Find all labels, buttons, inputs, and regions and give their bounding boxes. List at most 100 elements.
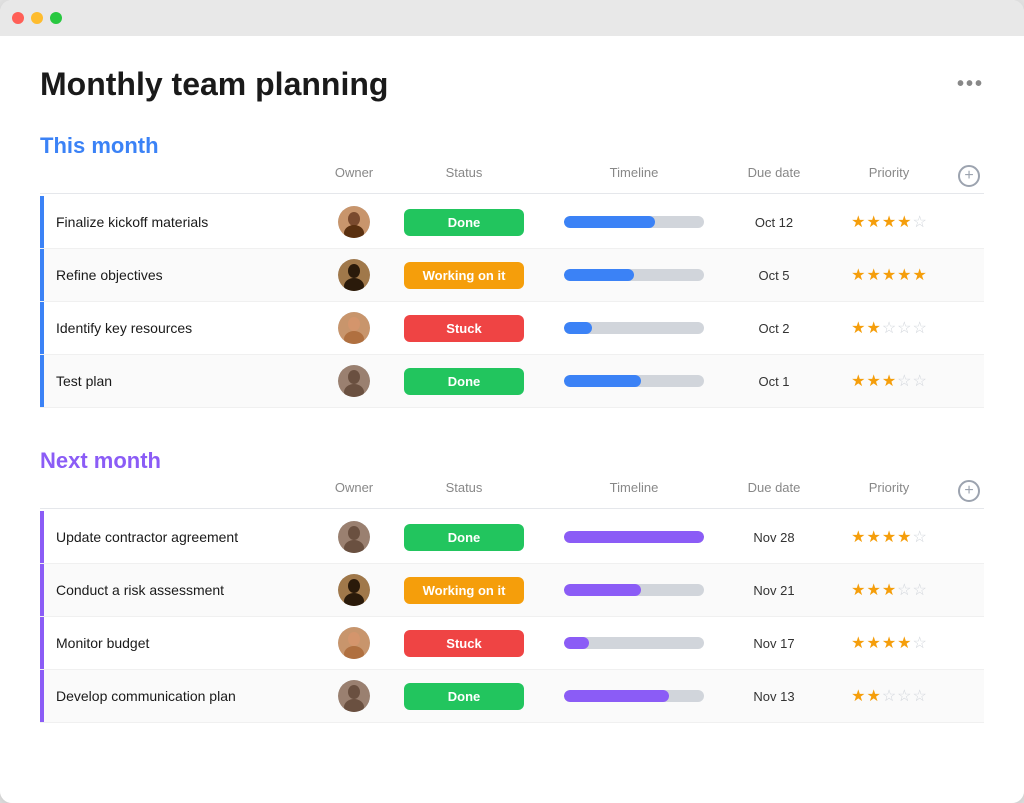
star-0: ★ bbox=[851, 633, 865, 653]
accent-bar bbox=[40, 196, 44, 248]
table-row[interactable]: Monitor budget Stuck Nov 17 ★★★★☆ bbox=[40, 617, 984, 670]
table-row[interactable]: Refine objectives Working on it Oct 5 ★★… bbox=[40, 249, 984, 302]
task-cell: Update contractor agreement bbox=[40, 511, 324, 563]
table-row[interactable]: Conduct a risk assessment Working on it … bbox=[40, 564, 984, 617]
task-name: Update contractor agreement bbox=[56, 529, 238, 545]
task-name: Test plan bbox=[56, 373, 112, 389]
timeline-bar bbox=[564, 216, 704, 228]
priority-cell: ★★★★☆ bbox=[824, 527, 954, 547]
col-header-status-nm: Status bbox=[384, 480, 544, 502]
timeline-bar bbox=[564, 375, 704, 387]
timeline-cell bbox=[544, 375, 724, 387]
status-cell: Stuck bbox=[384, 315, 544, 342]
star-4: ☆ bbox=[913, 371, 927, 391]
timeline-cell bbox=[544, 322, 724, 334]
star-1: ★ bbox=[866, 212, 880, 232]
this-month-header: This month bbox=[40, 133, 984, 159]
status-badge[interactable]: Stuck bbox=[404, 315, 524, 342]
add-column-button-nm[interactable]: + bbox=[958, 480, 980, 502]
col-header-task bbox=[56, 165, 324, 187]
task-cell: Monitor budget bbox=[40, 617, 324, 669]
task-name: Finalize kickoff materials bbox=[56, 214, 208, 230]
table-row[interactable]: Update contractor agreement Done Nov 28 … bbox=[40, 511, 984, 564]
next-month-header: Next month bbox=[40, 448, 984, 474]
col-header-timeline-nm: Timeline bbox=[544, 480, 724, 502]
star-2: ★ bbox=[882, 527, 896, 547]
star-3: ★ bbox=[897, 633, 911, 653]
star-3: ★ bbox=[897, 265, 911, 285]
status-cell: Done bbox=[384, 683, 544, 710]
this-month-rows: Finalize kickoff materials Done Oct 12 ★… bbox=[40, 196, 984, 408]
star-3: ☆ bbox=[897, 318, 911, 338]
timeline-bar bbox=[564, 637, 704, 649]
star-4: ☆ bbox=[913, 686, 927, 706]
star-1: ★ bbox=[866, 633, 880, 653]
owner-cell bbox=[324, 312, 384, 344]
table-row[interactable]: Identify key resources Stuck Oct 2 ★★☆☆☆ bbox=[40, 302, 984, 355]
status-badge[interactable]: Working on it bbox=[404, 577, 524, 604]
owner-cell bbox=[324, 259, 384, 291]
star-0: ★ bbox=[851, 371, 865, 391]
star-0: ★ bbox=[851, 580, 865, 600]
star-3: ★ bbox=[897, 212, 911, 232]
due-date-cell: Nov 21 bbox=[724, 583, 824, 598]
status-cell: Stuck bbox=[384, 630, 544, 657]
table-row[interactable]: Test plan Done Oct 1 ★★★☆☆ bbox=[40, 355, 984, 408]
add-column-button[interactable]: + bbox=[958, 165, 980, 187]
star-3: ☆ bbox=[897, 686, 911, 706]
close-dot[interactable] bbox=[12, 12, 24, 24]
col-header-owner: Owner bbox=[324, 165, 384, 187]
star-2: ★ bbox=[882, 265, 896, 285]
task-name: Monitor budget bbox=[56, 635, 149, 651]
task-cell: Identify key resources bbox=[40, 302, 324, 354]
star-4: ☆ bbox=[913, 212, 927, 232]
star-0: ★ bbox=[851, 318, 865, 338]
col-header-priority-nm: Priority bbox=[824, 480, 954, 502]
timeline-cell bbox=[544, 216, 724, 228]
next-month-table-header: Owner Status Timeline Due date Priority … bbox=[40, 474, 984, 509]
status-badge[interactable]: Done bbox=[404, 524, 524, 551]
col-header-add-nm: + bbox=[954, 480, 984, 502]
status-cell: Working on it bbox=[384, 577, 544, 604]
star-0: ★ bbox=[851, 212, 865, 232]
accent-bar bbox=[40, 670, 44, 722]
timeline-fill bbox=[564, 269, 634, 281]
timeline-fill bbox=[564, 690, 669, 702]
accent-bar bbox=[40, 355, 44, 407]
accent-bar bbox=[40, 564, 44, 616]
col-header-status: Status bbox=[384, 165, 544, 187]
owner-cell bbox=[324, 521, 384, 553]
table-row[interactable]: Finalize kickoff materials Done Oct 12 ★… bbox=[40, 196, 984, 249]
col-header-task-nm bbox=[56, 480, 324, 502]
star-1: ★ bbox=[866, 265, 880, 285]
maximize-dot[interactable] bbox=[50, 12, 62, 24]
priority-cell: ★★☆☆☆ bbox=[824, 318, 954, 338]
task-cell: Develop communication plan bbox=[40, 670, 324, 722]
avatar bbox=[338, 574, 370, 606]
status-badge[interactable]: Working on it bbox=[404, 262, 524, 289]
task-cell: Finalize kickoff materials bbox=[40, 196, 324, 248]
main-content: Monthly team planning ••• This month Own… bbox=[0, 36, 1024, 803]
more-options-button[interactable]: ••• bbox=[957, 73, 984, 96]
timeline-cell bbox=[544, 637, 724, 649]
priority-cell: ★★★★☆ bbox=[824, 212, 954, 232]
star-1: ★ bbox=[866, 318, 880, 338]
status-cell: Done bbox=[384, 524, 544, 551]
accent-bar bbox=[40, 302, 44, 354]
table-row[interactable]: Develop communication plan Done Nov 13 ★… bbox=[40, 670, 984, 723]
star-3: ☆ bbox=[897, 580, 911, 600]
col-header-timeline: Timeline bbox=[544, 165, 724, 187]
timeline-cell bbox=[544, 269, 724, 281]
status-cell: Done bbox=[384, 209, 544, 236]
next-month-section: Next month Owner Status Timeline Due dat… bbox=[40, 448, 984, 723]
task-name: Identify key resources bbox=[56, 320, 192, 336]
status-badge[interactable]: Done bbox=[404, 368, 524, 395]
task-name: Refine objectives bbox=[56, 267, 163, 283]
status-badge[interactable]: Stuck bbox=[404, 630, 524, 657]
star-3: ☆ bbox=[897, 371, 911, 391]
avatar bbox=[338, 680, 370, 712]
minimize-dot[interactable] bbox=[31, 12, 43, 24]
status-badge[interactable]: Done bbox=[404, 209, 524, 236]
status-badge[interactable]: Done bbox=[404, 683, 524, 710]
this-month-title: This month bbox=[40, 133, 159, 159]
